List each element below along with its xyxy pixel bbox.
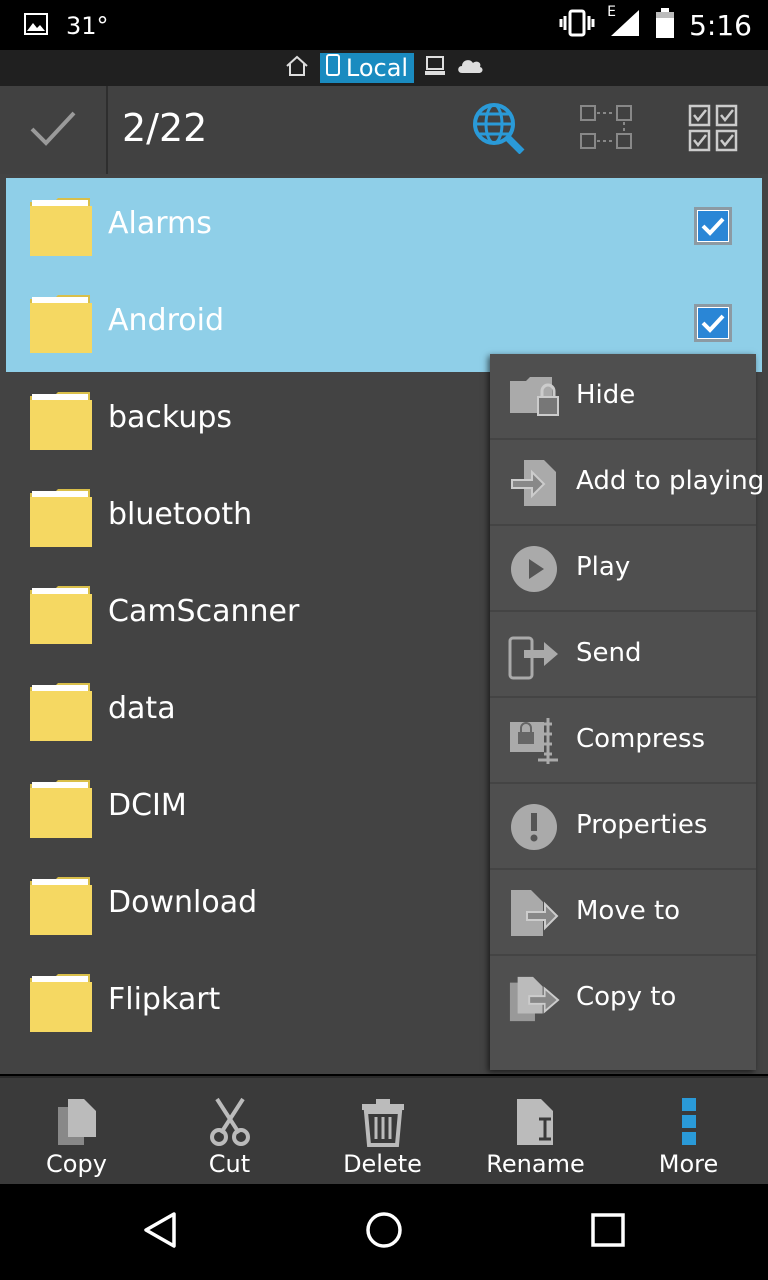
folder-icon <box>28 293 92 353</box>
system-nav-bar <box>0 1184 768 1280</box>
home-button[interactable] <box>360 1208 408 1256</box>
battery-icon <box>655 8 675 42</box>
signal-icon: E <box>607 4 641 42</box>
compress-icon <box>508 715 560 767</box>
folder-icon <box>28 584 92 644</box>
folder-lock-icon <box>508 371 560 423</box>
back-button[interactable] <box>136 1208 184 1256</box>
cut-label: Cut <box>208 1150 251 1178</box>
file-row-alarms[interactable]: Alarms <box>6 178 762 275</box>
scissors-icon <box>206 1096 254 1148</box>
network-type-label: E <box>607 4 616 20</box>
status-bar: 31° E 5:16 <box>0 0 768 50</box>
menu-item-add-to-playing[interactable]: Add to playing <box>490 440 764 526</box>
menu-item-play[interactable]: Play <box>490 526 756 612</box>
file-name: Alarms <box>108 206 212 241</box>
delete-button[interactable]: Delete <box>306 1078 459 1186</box>
file-name: Android <box>108 303 224 338</box>
copy-button[interactable]: Copy <box>0 1078 153 1186</box>
play-icon <box>508 543 560 595</box>
location-local-tab[interactable]: Local <box>319 53 415 83</box>
cloud-icon[interactable] <box>456 57 484 79</box>
file-name: backups <box>108 400 233 435</box>
folder-icon <box>28 972 92 1032</box>
cut-button[interactable]: Cut <box>153 1078 306 1186</box>
menu-item-label: Send <box>576 638 642 668</box>
more-vertical-icon <box>665 1096 713 1148</box>
send-icon <box>508 629 560 681</box>
menu-item-label: Compress <box>576 724 706 754</box>
file-name: data <box>108 691 176 726</box>
folder-icon <box>28 390 92 450</box>
location-bar: Local <box>0 50 768 86</box>
menu-item-move-to[interactable]: Move to <box>490 870 756 956</box>
more-button[interactable]: More <box>612 1078 765 1186</box>
folder-icon <box>28 778 92 838</box>
selection-action-bar: 2/22 <box>0 86 768 174</box>
home-icon[interactable] <box>284 55 310 81</box>
select-all-button[interactable] <box>686 102 742 158</box>
location-local-label: Local <box>345 54 409 82</box>
back-icon <box>140 1210 180 1254</box>
recents-icon <box>590 1212 626 1252</box>
menu-item-label: Hide <box>576 380 636 410</box>
folder-icon <box>28 681 92 741</box>
select-interval-icon <box>579 102 633 158</box>
menu-item-send[interactable]: Send <box>490 612 756 698</box>
file-name: Download <box>108 885 258 920</box>
menu-item-hide[interactable]: Hide <box>490 354 756 440</box>
select-interval-button[interactable] <box>578 102 634 158</box>
folder-icon <box>28 487 92 547</box>
folder-icon <box>28 875 92 935</box>
menu-item-compress[interactable]: Compress <box>490 698 756 784</box>
image-notification-icon <box>24 13 48 39</box>
menu-item-label: Add to playing <box>576 466 765 496</box>
info-icon <box>508 801 560 853</box>
select-all-icon <box>687 102 741 158</box>
menu-item-label: Move to <box>576 896 681 926</box>
vibrate-icon <box>559 9 595 41</box>
rename-icon <box>512 1096 560 1148</box>
more-label: More <box>658 1150 719 1178</box>
folder-icon <box>28 196 92 256</box>
menu-item-label: Play <box>576 552 631 582</box>
move-to-icon <box>508 887 560 939</box>
computer-icon[interactable] <box>424 55 446 81</box>
menu-item-label: Properties <box>576 810 708 840</box>
more-actions-menu: Hide Add to playing Play Send Compress P… <box>490 354 764 1070</box>
file-name: bluetooth <box>108 497 253 532</box>
menu-item-copy-to[interactable]: Copy to <box>490 956 756 1042</box>
check-icon <box>28 109 78 151</box>
add-to-playlist-icon <box>508 457 560 509</box>
done-check-button[interactable] <box>0 86 108 174</box>
rename-button[interactable]: Rename <box>459 1078 612 1186</box>
phone-icon <box>325 54 340 82</box>
network-search-button[interactable] <box>470 102 526 158</box>
temperature-label: 31° <box>66 12 109 40</box>
bottom-toolbar: Copy Cut Delete Rename More <box>0 1076 768 1184</box>
row-checkbox[interactable] <box>694 207 732 245</box>
clock: 5:16 <box>689 8 752 42</box>
file-name: DCIM <box>108 788 187 823</box>
home-circle-icon <box>364 1210 404 1254</box>
recents-button[interactable] <box>584 1208 632 1256</box>
rename-label: Rename <box>486 1150 585 1178</box>
delete-label: Delete <box>343 1150 422 1178</box>
row-checkbox[interactable] <box>694 304 732 342</box>
menu-item-properties[interactable]: Properties <box>490 784 756 870</box>
copy-icon <box>53 1096 101 1148</box>
trash-icon <box>359 1096 407 1148</box>
menu-item-label: Copy to <box>576 982 677 1012</box>
copy-to-icon <box>508 973 560 1025</box>
selection-count: 2/22 <box>122 106 208 150</box>
copy-label: Copy <box>46 1150 107 1178</box>
file-name: Flipkart <box>108 982 221 1017</box>
file-name: CamScanner <box>108 594 300 629</box>
globe-search-icon <box>470 102 526 158</box>
